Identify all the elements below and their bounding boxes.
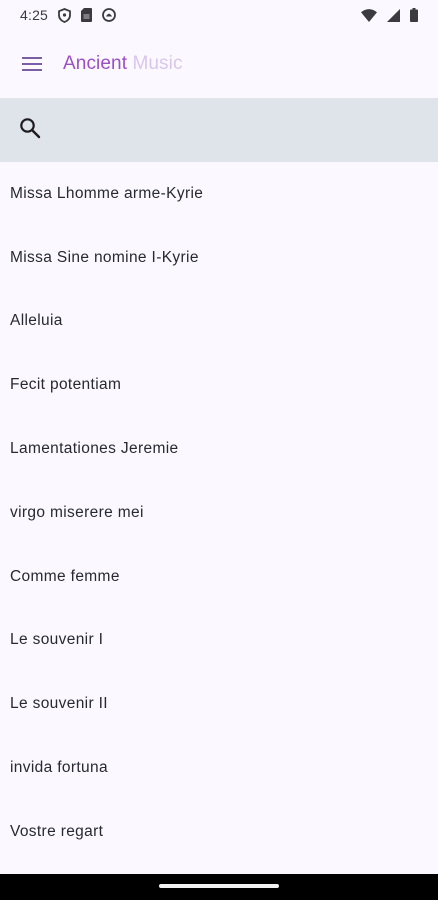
- song-list: Missa Lhomme arme-Kyrie Missa Sine nomine…: [0, 162, 438, 864]
- app-title-secondary: Music: [127, 53, 183, 74]
- song-list-item[interactable]: Fecit potentiam: [0, 353, 438, 417]
- app-title: Ancient Music: [63, 52, 183, 76]
- wifi-icon: [361, 8, 377, 22]
- song-list-item[interactable]: Vostre regart: [0, 800, 438, 864]
- hamburger-menu-icon[interactable]: [20, 52, 44, 76]
- cell-signal-icon: [387, 8, 400, 22]
- sim-card-icon: [81, 8, 93, 22]
- song-list-item[interactable]: Comme femme: [0, 545, 438, 609]
- app-title-primary: Ancient: [63, 53, 128, 74]
- search-input[interactable]: [53, 109, 417, 151]
- song-list-item[interactable]: Lamentationes Jeremie: [0, 417, 438, 481]
- shield-icon: [58, 7, 71, 23]
- song-list-item[interactable]: Le souvenir II: [0, 672, 438, 736]
- battery-icon: [410, 8, 418, 22]
- search-icon[interactable]: [19, 117, 41, 144]
- song-list-item[interactable]: Missa Sine nomine I-Kyrie: [0, 226, 438, 290]
- system-navigation-bar: [0, 874, 438, 900]
- vpn-badge-icon: [102, 8, 116, 22]
- status-left: 4:25: [20, 7, 116, 23]
- home-gesture-handle[interactable]: [159, 884, 279, 888]
- song-list-item[interactable]: Le souvenir I: [0, 609, 438, 673]
- song-list-item[interactable]: Missa Lhomme arme-Kyrie: [0, 162, 438, 226]
- song-list-item[interactable]: Alleluia: [0, 290, 438, 354]
- song-list-item[interactable]: virgo miserere mei: [0, 481, 438, 545]
- status-bar: 4:25: [0, 0, 438, 30]
- status-time: 4:25: [20, 7, 49, 23]
- app-bar: Ancient Music: [0, 30, 438, 98]
- search-bar[interactable]: [0, 98, 438, 162]
- song-list-item[interactable]: invida fortuna: [0, 736, 438, 800]
- status-right: [361, 8, 418, 22]
